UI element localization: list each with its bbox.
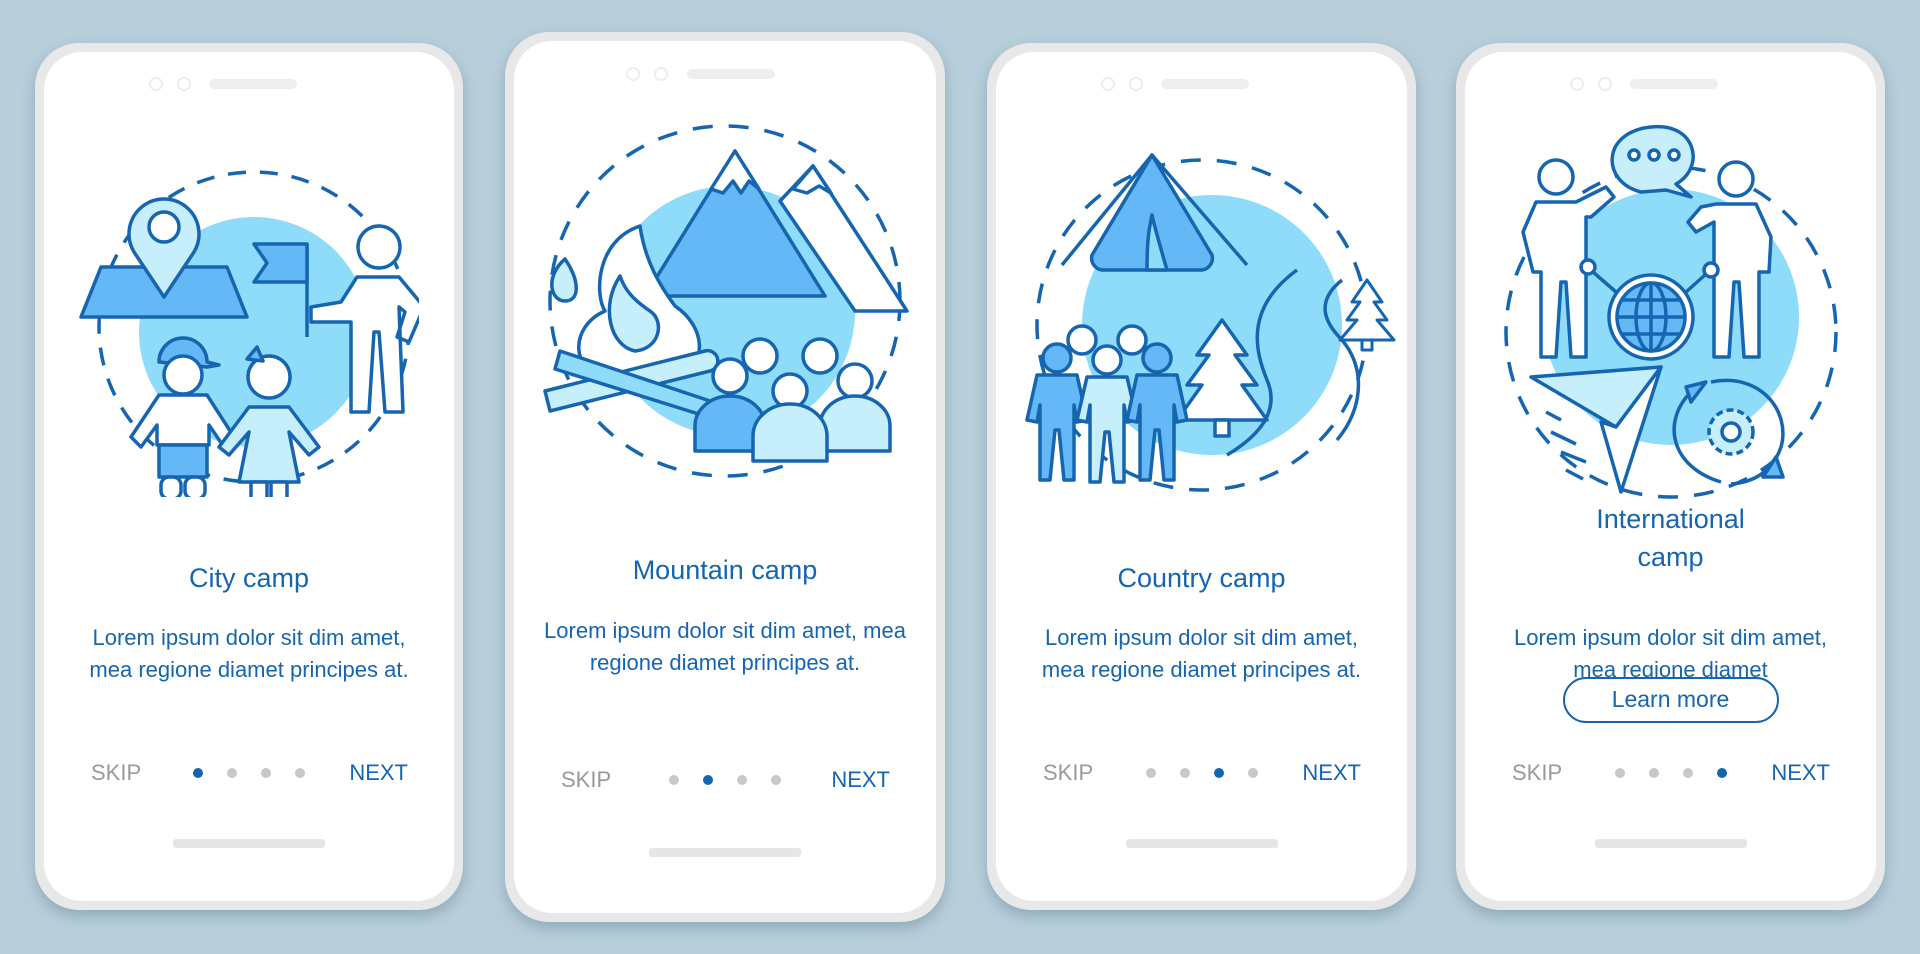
phone-display: Mountain camp Lorem ipsum dolor sit dim … — [514, 41, 936, 913]
page-dot-1-active[interactable] — [193, 768, 203, 778]
page-dot-4-active[interactable] — [1716, 768, 1727, 778]
page-dot-1[interactable] — [1145, 768, 1156, 778]
learn-more-button[interactable]: Learn more — [1562, 677, 1779, 723]
phone-screen-international-camp: International camp Lorem ipsum dolor sit… — [1456, 43, 1885, 910]
skip-button[interactable]: SKIP — [1512, 756, 1562, 790]
screen-description: Lorem ipsum dolor sit dim amet, mea regi… — [89, 625, 409, 682]
international-camp-illustration — [1465, 122, 1876, 502]
phone-screen-country-camp: Country camp Lorem ipsum dolor sit dim a… — [987, 43, 1416, 910]
mountain-icon — [643, 149, 909, 313]
page-dot-2-active[interactable] — [703, 775, 713, 785]
home-indicator[interactable] — [1594, 839, 1747, 848]
speaker-grille — [209, 79, 297, 89]
phone-screen-mountain-camp: Mountain camp Lorem ipsum dolor sit dim … — [505, 32, 945, 922]
page-indicator — [669, 775, 781, 785]
country-camp-illustration-svg — [1024, 153, 1395, 492]
page-indicator — [1614, 768, 1727, 778]
home-indicator[interactable] — [1125, 839, 1278, 848]
mountain-camp-illustration — [514, 111, 936, 491]
phone-display: Country camp Lorem ipsum dolor sit dim a… — [996, 52, 1407, 901]
mountain-camp-illustration-svg — [543, 124, 909, 478]
camera-dot — [177, 77, 191, 91]
camera-dot — [149, 77, 163, 91]
next-button[interactable]: NEXT — [1302, 756, 1361, 790]
onboarding-nav: SKIP NEXT — [1465, 756, 1876, 790]
onboarding-nav: SKIP NEXT — [514, 763, 936, 797]
page-dot-3-active[interactable] — [1213, 768, 1224, 778]
international-camp-illustration-svg — [1503, 124, 1838, 499]
city-camp-illustration — [44, 147, 454, 497]
page-dot-4[interactable] — [1247, 768, 1258, 778]
speaker-grille — [687, 69, 775, 79]
phone-screen-city-camp: City camp Lorem ipsum dolor sit dim amet… — [35, 43, 463, 910]
page-dot-1[interactable] — [1614, 768, 1625, 778]
screen-description: Lorem ipsum dolor sit dim amet, mea regi… — [544, 618, 906, 675]
skip-button[interactable]: SKIP — [561, 763, 611, 797]
page-indicator — [193, 768, 305, 778]
city-camp-illustration-svg — [79, 170, 419, 497]
page-dot-1[interactable] — [669, 775, 679, 785]
screen-title: City camp — [188, 563, 310, 593]
page-dot-4[interactable] — [771, 775, 781, 785]
screen-title-line-1: International — [1596, 504, 1745, 534]
camera-dot — [1101, 77, 1115, 91]
skip-button[interactable]: SKIP — [91, 756, 141, 790]
small-pine-tree-icon — [1338, 278, 1395, 352]
page-dot-3[interactable] — [1682, 768, 1693, 778]
skip-button[interactable]: SKIP — [1043, 756, 1093, 790]
page-dot-2[interactable] — [1179, 768, 1190, 778]
page-dot-3[interactable] — [261, 768, 271, 778]
page-dot-2[interactable] — [1648, 768, 1659, 778]
page-dot-4[interactable] — [295, 768, 305, 778]
page-dot-2[interactable] — [227, 768, 237, 778]
speaker-grille — [1630, 79, 1718, 89]
phone-display: City camp Lorem ipsum dolor sit dim amet… — [44, 52, 454, 901]
screen-title: Country camp — [1117, 563, 1286, 593]
next-button[interactable]: NEXT — [349, 756, 408, 790]
camera-dot — [654, 67, 668, 81]
screen-title: International camp — [1465, 500, 1876, 576]
speaker-grille — [1161, 79, 1249, 89]
next-button[interactable]: NEXT — [1771, 756, 1830, 790]
onboarding-nav: SKIP NEXT — [44, 756, 454, 790]
speech-bubble-icon — [1610, 124, 1695, 199]
camera-dot — [1570, 77, 1584, 91]
phone-display: International camp Lorem ipsum dolor sit… — [1465, 52, 1876, 901]
onboarding-nav: SKIP NEXT — [996, 756, 1407, 790]
screen-description: Lorem ipsum dolor sit dim amet, mea regi… — [1041, 625, 1362, 682]
screen-title-line-2: camp — [1637, 542, 1704, 572]
home-indicator[interactable] — [173, 839, 325, 848]
next-button[interactable]: NEXT — [831, 763, 890, 797]
camera-dot — [626, 67, 640, 81]
page-dot-3[interactable] — [737, 775, 747, 785]
paper-plane-icon — [1528, 365, 1663, 494]
country-camp-illustration — [996, 140, 1407, 500]
home-indicator[interactable] — [649, 848, 801, 857]
camera-dot — [1129, 77, 1143, 91]
page-indicator — [1145, 768, 1258, 778]
screen-title: Mountain camp — [632, 555, 818, 585]
camera-dot — [1598, 77, 1612, 91]
